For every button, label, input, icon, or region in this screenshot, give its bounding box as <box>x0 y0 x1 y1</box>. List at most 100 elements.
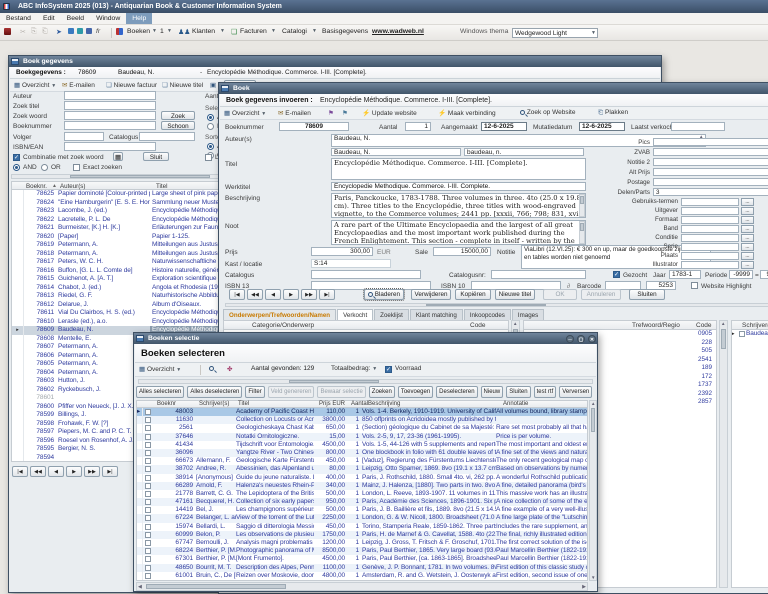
table-row[interactable]: 15974 Bellardi, L. Saggio di ditterologi… <box>137 523 587 531</box>
column-trefwoord[interactable]: Trefwoord/Regio <box>632 322 680 329</box>
in-voorraad-radio[interactable] <box>207 123 214 130</box>
action-button[interactable]: Veld genereren <box>268 386 315 398</box>
row-checkbox[interactable] <box>145 450 151 456</box>
table-row[interactable]: 66673 Allemann, F. Geologische Karte Für… <box>137 457 587 465</box>
menu-item[interactable]: Edit <box>37 13 61 24</box>
table-row[interactable]: 36096 Yangtze River - Two Chinese illust… <box>137 449 587 457</box>
pointer-icon[interactable]: ➤ <box>56 28 62 36</box>
reference-field-input[interactable] <box>681 216 739 224</box>
reference-field-input[interactable] <box>681 234 739 242</box>
zoek-button[interactable]: Zoek <box>161 111 195 120</box>
nav-first-button[interactable]: |◀ <box>12 466 28 477</box>
window-icon[interactable] <box>86 28 92 35</box>
table-row[interactable]: 66289 Arnold, F. Halenza's neuestes Rhei… <box>137 482 587 490</box>
emailen-button[interactable]: ✉ E-mailen <box>62 81 95 89</box>
column-auteur[interactable]: Auteur(s) <box>60 183 85 190</box>
chevron-down-icon[interactable]: ▼ <box>271 28 276 34</box>
voorraad-checkbox[interactable] <box>385 366 392 373</box>
nieuwe-titel-button[interactable]: Nieuwe titel <box>495 289 535 300</box>
website-highlight-checkbox[interactable] <box>691 282 698 289</box>
ok-button[interactable]: OK <box>543 289 577 300</box>
table-row[interactable]: ▸ Baudeau, N. <box>732 330 768 339</box>
table-row[interactable]: 38702 Andree, R. Abessinien, das Alpenla… <box>137 465 587 473</box>
selectie-slider[interactable] <box>138 379 593 384</box>
row-checkbox[interactable] <box>145 483 151 489</box>
bladeren-button[interactable]: Bladeren <box>364 289 404 300</box>
row-checkbox[interactable] <box>145 548 151 554</box>
alle-titels-radio[interactable] <box>207 114 214 121</box>
sluiten-button[interactable]: Sluiten <box>629 289 665 300</box>
combinatie-toggle-button[interactable]: ▦ <box>113 152 123 161</box>
sale-value[interactable]: 15000,00 <box>433 247 491 256</box>
nav-next-button[interactable]: ▶ <box>283 289 299 300</box>
zoek-op-website-button[interactable]: Zoek op Website <box>520 109 575 116</box>
flag-icon[interactable]: ⚑ <box>328 109 334 117</box>
action-button[interactable]: Toevoegen <box>398 386 433 398</box>
tile-icon[interactable] <box>77 28 83 35</box>
tab[interactable]: Onderwerpen/Trefwoorden/Namen <box>223 309 336 320</box>
lookup-button[interactable]: ... <box>741 225 754 233</box>
action-button[interactable]: test rtf <box>534 386 557 398</box>
noot-scrollbar[interactable] <box>579 221 585 244</box>
window-titlebar[interactable]: Boek <box>219 83 768 94</box>
tab[interactable]: Verkocht <box>337 309 373 320</box>
emailen-button[interactable]: ✉ E-mailen <box>278 109 311 117</box>
lijst-vanaf-checkbox[interactable] <box>205 154 212 161</box>
auteur-sort-input[interactable]: baudeau, n. <box>464 148 584 156</box>
column-titel[interactable]: Titel <box>156 183 167 190</box>
nav-prev-button[interactable]: ◀ <box>48 466 64 477</box>
table-row[interactable]: 14419 Bel, J. Les champignons supérieurs… <box>137 506 587 514</box>
sluit-button[interactable]: Sluit <box>143 152 169 161</box>
aangemaakt-value[interactable]: 12-6-2025 <box>481 122 527 131</box>
nav-fast-prev-button[interactable]: ◀◀ <box>247 289 263 300</box>
action-button[interactable]: Deselecteren <box>436 386 477 398</box>
table-row[interactable]: 2561 Geologicheskaya Chast Kabineta ego … <box>137 424 587 432</box>
row-checkbox[interactable] <box>145 524 151 530</box>
table-row[interactable]: 47161 Becquerel, H. Collection of six ea… <box>137 498 587 506</box>
menu-item[interactable]: Bestand <box>0 13 37 24</box>
row-checkbox[interactable] <box>145 442 151 448</box>
column-prijs[interactable]: Prijs EUR <box>319 401 345 407</box>
and-radio[interactable] <box>13 164 20 171</box>
table-row[interactable]: 68224 Berthier, P. [M.] Photographic pan… <box>137 547 587 555</box>
save-icon[interactable]: ▣ <box>210 81 216 89</box>
lookup-button[interactable]: ... <box>741 243 754 251</box>
toolbar-klanten[interactable]: Klanten <box>192 28 215 35</box>
lookup-button[interactable]: ... <box>741 234 754 242</box>
table-row[interactable]: 38914 [Anonymous] Guide du jeune natural… <box>137 474 587 482</box>
nieuwe-factuur-button[interactable]: ❏ Nieuwe factuur <box>106 81 157 89</box>
boeknummer-value[interactable]: 78609 <box>279 122 349 131</box>
row-checkbox[interactable] <box>145 417 151 423</box>
tab[interactable]: Zoeklijst <box>374 309 409 320</box>
column-schrijver[interactable]: Schrijver(s) <box>742 322 768 329</box>
noot-input[interactable]: A rare part of the Ultimate Encyclopaedi… <box>331 220 586 245</box>
action-button[interactable]: Nieuw <box>481 386 504 398</box>
column-code[interactable]: Code <box>470 322 486 329</box>
detail-hscrollbar[interactable] <box>225 303 768 307</box>
pics-field-input[interactable] <box>653 158 768 166</box>
lookup-button[interactable]: ... <box>741 261 754 269</box>
aantal-value[interactable]: 1 <box>405 122 431 131</box>
action-button[interactable]: Filter <box>245 386 264 398</box>
table-row[interactable]: 11630 Collection on Locusts or Acridoide… <box>137 416 587 424</box>
lookup-button[interactable]: ... <box>741 207 754 215</box>
action-button[interactable]: Alles deselecteren <box>187 386 242 398</box>
row-checkbox[interactable] <box>145 458 151 464</box>
trefwoord-vscrollbar[interactable]: ▲ <box>719 320 728 588</box>
toolbar-count[interactable]: 1 <box>160 28 164 35</box>
action-button[interactable]: Zoeken <box>369 386 395 398</box>
action-button[interactable]: Sluiten <box>506 386 530 398</box>
row-checkbox[interactable] <box>145 499 151 505</box>
table-row[interactable]: 67747 Bernoulli, J. Analysis magni probl… <box>137 539 587 547</box>
selectie-vscrollbar[interactable]: ▲ ▼ <box>589 400 597 581</box>
column-titel[interactable]: Titel <box>238 401 249 407</box>
row-checkbox[interactable] <box>739 331 745 337</box>
table-row[interactable]: 61001 Bruin, C., De [De Bruyn or Bru Rei… <box>137 572 587 580</box>
totaalbedrag-label[interactable]: Totaalbedrag: ▼ <box>331 365 377 372</box>
row-checkbox[interactable] <box>145 507 151 513</box>
table-row[interactable]: 41434 Tijdschrift voor Entomologie. 4500… <box>137 441 587 449</box>
row-checkbox[interactable] <box>145 466 151 472</box>
pics-field-input[interactable]: 3 <box>653 188 768 196</box>
beschrijving-scrollbar[interactable] <box>579 194 585 217</box>
nav-fast-next-button[interactable]: ▶▶ <box>84 466 100 477</box>
